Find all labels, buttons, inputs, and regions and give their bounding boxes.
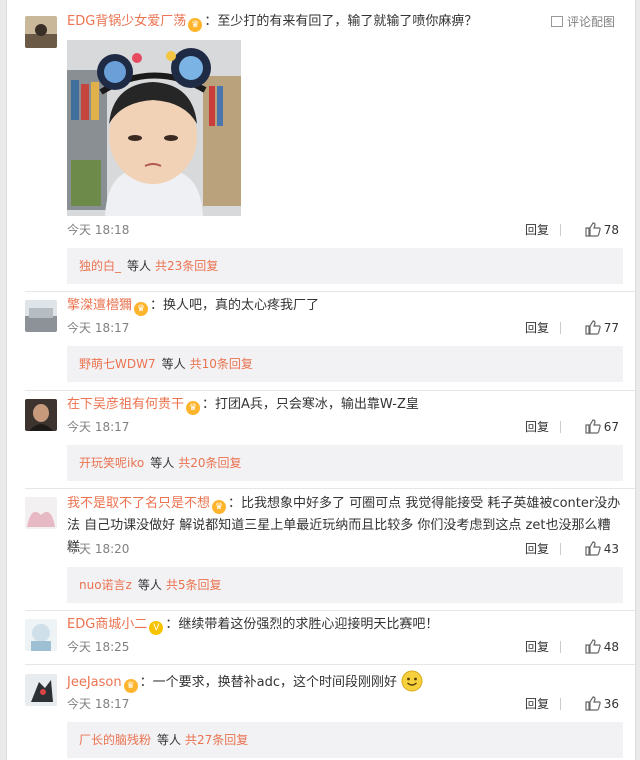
comment-time: 今天 18:18 (67, 223, 130, 237)
member-badge-icon: ♛ (134, 302, 149, 316)
thumbs-up-icon (585, 419, 601, 434)
sub-reply-count[interactable]: 共23条回复 (155, 259, 218, 273)
comment-username[interactable]: EDG背锅少女爱厂荡 (67, 14, 186, 29)
divider (25, 664, 635, 665)
sub-reply-user[interactable]: 厂长的脑残粉 (79, 733, 151, 747)
smiley-icon (401, 670, 423, 692)
comment-list: EDG背锅少女爱厂荡♛：至少打的有来有回了，输了就输了喷你麻痹？ 评论配图 (6, 0, 636, 760)
reply-button[interactable]: 回复 (525, 220, 549, 240)
like-button[interactable]: 36 (585, 694, 619, 714)
sub-replies[interactable]: nuo诺言z 等人 共5条回复 (67, 567, 623, 603)
comment-text: 一个要求，换替补adc，这个时间段刚刚好 (152, 675, 397, 690)
sub-reply-user[interactable]: 独的白_ (79, 259, 121, 273)
like-button[interactable]: 48 (585, 637, 619, 657)
comment-username[interactable]: 我不是取不了名只是不想 (67, 496, 210, 511)
like-button[interactable]: 78 (585, 220, 619, 240)
comment-time: 今天 18:17 (67, 321, 130, 335)
comment-time: 今天 18:17 (67, 697, 130, 711)
reply-button[interactable]: 回复 (525, 417, 549, 437)
thumbs-up-icon (585, 696, 601, 711)
member-badge-icon: ♛ (123, 679, 138, 693)
like-button[interactable]: 43 (585, 539, 619, 559)
sub-replies[interactable]: 开玩笑呢iko 等人 共20条回复 (67, 445, 623, 481)
divider (25, 291, 635, 292)
avatar[interactable] (25, 497, 57, 529)
sub-reply-user[interactable]: 开玩笑呢iko (79, 456, 144, 470)
comment-meta: 今天 18:25 回复 48 (67, 637, 623, 657)
comment-meta: 今天 18:17 回复 77 (67, 318, 623, 338)
sub-replies[interactable]: 独的白_ 等人 共23条回复 (67, 248, 623, 284)
comment-username[interactable]: JeeJason (67, 675, 122, 690)
sub-reply-count[interactable]: 共10条回复 (190, 357, 253, 371)
comment-time: 今天 18:20 (67, 542, 130, 556)
avatar[interactable] (25, 619, 57, 651)
like-count: 77 (603, 321, 619, 335)
avatar[interactable] (25, 674, 57, 706)
reply-button[interactable]: 回复 (525, 539, 549, 559)
like-count: 67 (603, 420, 619, 434)
like-button[interactable]: 67 (585, 417, 619, 437)
comment-text: 至少打的有来有回了，输了就输了喷你麻痹？ (217, 14, 478, 29)
thumbs-up-icon (585, 639, 601, 654)
comment-image-button[interactable]: 评论配图 (550, 12, 615, 32)
sub-replies[interactable]: 野萌七WDW7 等人 共10条回复 (67, 346, 623, 382)
comment-time: 今天 18:17 (67, 420, 130, 434)
member-badge-icon: ♛ (188, 18, 203, 32)
thumbs-up-icon (585, 541, 601, 556)
reply-button[interactable]: 回复 (525, 318, 549, 338)
comment-image[interactable] (67, 40, 241, 216)
comment-username[interactable]: 在下吴彦祖有何贵干 (67, 397, 184, 412)
comment-text: 继续带着这份强烈的求胜心迎接明天比赛吧！ (178, 617, 439, 632)
comment-username[interactable]: 擎滐邅櫿獮 (67, 298, 132, 313)
member-badge-icon: ♛ (212, 500, 227, 514)
comment-text: 打团A兵，只会寒冰，输出靠W-Z皇 (215, 397, 419, 412)
divider (25, 610, 635, 611)
avatar[interactable] (25, 16, 57, 48)
comment-text: 换人吧，真的太心疼我厂了 (163, 298, 320, 313)
sub-reply-count[interactable]: 共20条回复 (178, 456, 241, 470)
sub-reply-count[interactable]: 共5条回复 (166, 578, 222, 592)
like-button[interactable]: 77 (585, 318, 619, 338)
divider (25, 390, 635, 391)
avatar[interactable] (25, 300, 57, 332)
thumbs-up-icon (585, 320, 601, 335)
like-count: 43 (603, 542, 619, 556)
divider (25, 488, 635, 489)
comment-meta: 今天 18:20 回复 43 (67, 539, 623, 559)
member-badge-icon: ♛ (186, 401, 201, 415)
thumbs-up-icon (585, 222, 601, 237)
like-count: 78 (603, 223, 619, 237)
comment-meta: 今天 18:17 回复 36 (67, 694, 623, 714)
reply-button[interactable]: 回复 (525, 694, 549, 714)
image-icon (550, 16, 563, 27)
verified-badge-icon: V (149, 621, 164, 635)
sub-replies[interactable]: 厂长的脑残粉 等人 共27条回复 (67, 722, 623, 758)
sub-reply-user[interactable]: nuo诺言z (79, 578, 132, 592)
sub-reply-user[interactable]: 野萌七WDW7 (79, 357, 156, 371)
comment-time: 今天 18:25 (67, 640, 130, 654)
reply-button[interactable]: 回复 (525, 637, 549, 657)
avatar[interactable] (25, 399, 57, 431)
like-count: 36 (603, 697, 619, 711)
like-count: 48 (603, 640, 619, 654)
comment-meta: 今天 18:18 回复 78 (67, 220, 623, 240)
comment-username[interactable]: EDG商城小二 (67, 617, 147, 632)
comment-meta: 今天 18:17 回复 67 (67, 417, 623, 437)
sub-reply-count[interactable]: 共27条回复 (185, 733, 248, 747)
